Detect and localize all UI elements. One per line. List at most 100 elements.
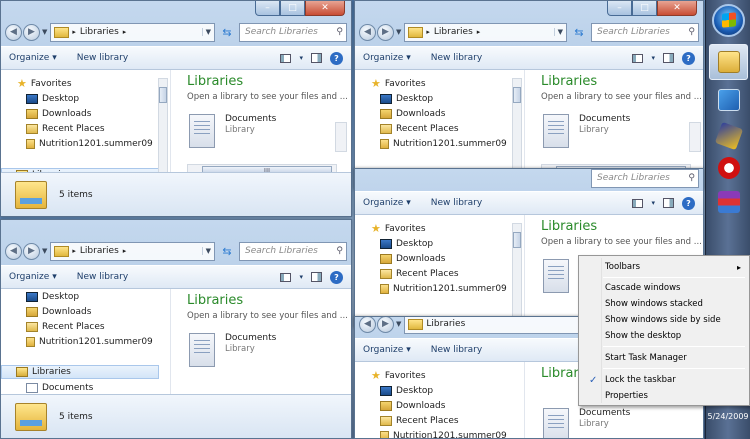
nav-item-downloads[interactable]: Downloads: [380, 251, 445, 266]
organize-button[interactable]: Organize ▾: [363, 345, 411, 355]
help-icon[interactable]: ?: [682, 196, 695, 210]
address-bar[interactable]: ▸ Libraries ▸ ▼: [50, 241, 215, 261]
organize-button[interactable]: Organize ▾: [9, 272, 57, 282]
breadcrumb[interactable]: Libraries: [80, 246, 119, 256]
nav-item-nutrition[interactable]: Nutrition1201.summer09: [26, 334, 153, 349]
address-bar[interactable]: ▸ Libraries ▸ ▼: [404, 22, 567, 42]
minimize-button[interactable]: –: [607, 1, 632, 16]
close-button[interactable]: ✕: [657, 1, 697, 16]
menu-item-properties[interactable]: Properties: [581, 388, 747, 404]
menu-item-start-task-manager[interactable]: Start Task Manager: [581, 350, 747, 366]
nav-item-nutrition[interactable]: Nutrition1201.summer09: [380, 136, 507, 151]
forward-button[interactable]: ▶: [23, 23, 40, 41]
menu-item-show-windows-stacked[interactable]: Show windows stacked: [581, 296, 747, 312]
nav-item-downloads[interactable]: Downloads: [26, 106, 91, 121]
back-button[interactable]: ◀: [359, 23, 376, 41]
address-dropdown-icon[interactable]: ▼: [553, 28, 563, 36]
taskbar-explorer-button[interactable]: [709, 44, 748, 80]
nav-item-desktop[interactable]: Desktop: [380, 383, 433, 398]
library-item-documents[interactable]: Documents Library: [189, 114, 276, 148]
help-icon[interactable]: ?: [330, 51, 343, 65]
breadcrumb[interactable]: Libraries: [434, 27, 473, 37]
menu-item-show-windows-side-by-side[interactable]: Show windows side by side: [581, 312, 747, 328]
nav-favorites[interactable]: ★ Favorites: [371, 76, 426, 91]
nav-favorites[interactable]: ★ Favorites: [371, 221, 426, 236]
content-scrollbar[interactable]: [335, 122, 347, 152]
scroll-thumb[interactable]: [159, 87, 167, 103]
search-icon[interactable]: ⚲: [688, 173, 695, 183]
views-dropdown-icon[interactable]: ▾: [299, 54, 303, 62]
organize-button[interactable]: Organize ▾: [363, 53, 411, 63]
chevron-right-icon[interactable]: ▸: [72, 247, 76, 255]
forward-button[interactable]: ▶: [23, 242, 40, 260]
breadcrumb-chevron-icon[interactable]: ▸: [123, 28, 127, 36]
views-icon[interactable]: [280, 272, 292, 282]
views-dropdown-icon[interactable]: ▾: [299, 273, 303, 281]
start-button[interactable]: [712, 4, 745, 37]
forward-button[interactable]: ▶: [377, 317, 394, 333]
new-library-button[interactable]: New library: [431, 198, 482, 208]
help-icon[interactable]: ?: [682, 51, 695, 65]
back-button[interactable]: ◀: [5, 23, 22, 41]
library-item-documents[interactable]: Documents Library: [543, 408, 630, 438]
taskbar-control-panel-button[interactable]: [709, 82, 748, 118]
breadcrumb-chevron-icon[interactable]: ▸: [477, 28, 481, 36]
recent-pages-dropdown-icon[interactable]: ▼: [42, 247, 47, 255]
search-icon[interactable]: ⚲: [336, 246, 343, 256]
taskbar-clock[interactable]: 5/24/2009: [706, 412, 750, 421]
breadcrumb-chevron-icon[interactable]: ▸: [123, 247, 127, 255]
nav-item-nutrition[interactable]: Nutrition1201.summer09: [380, 428, 507, 438]
nav-item-recent-places[interactable]: Recent Places: [26, 121, 105, 136]
library-item-documents[interactable]: [543, 259, 579, 293]
search-input[interactable]: Search Libraries ⚲: [591, 22, 699, 42]
organize-button[interactable]: Organize ▾: [9, 53, 57, 63]
menu-item-toolbars[interactable]: Toolbars ▸: [581, 259, 747, 275]
new-library-button[interactable]: New library: [431, 345, 482, 355]
chevron-right-icon[interactable]: ▸: [72, 28, 76, 36]
views-icon[interactable]: [280, 53, 292, 63]
back-button[interactable]: ◀: [359, 317, 376, 333]
library-item-documents[interactable]: Documents Library: [543, 114, 630, 148]
preview-pane-icon[interactable]: [663, 198, 674, 208]
breadcrumb[interactable]: Libraries: [426, 319, 465, 329]
taskbar-winrar-button[interactable]: [709, 184, 748, 220]
maximize-button[interactable]: □: [280, 1, 305, 16]
preview-pane-icon[interactable]: [311, 272, 322, 282]
nav-favorites[interactable]: ★ Favorites: [17, 76, 72, 91]
search-icon[interactable]: ⚲: [688, 27, 695, 37]
search-input[interactable]: Search Libraries ⚲: [591, 169, 699, 188]
recent-pages-dropdown-icon[interactable]: ▼: [396, 320, 401, 328]
nav-item-downloads[interactable]: Downloads: [380, 106, 445, 121]
nav-item-desktop[interactable]: Desktop: [26, 289, 79, 304]
maximize-button[interactable]: □: [632, 1, 657, 16]
nav-item-nutrition[interactable]: Nutrition1201.summer09: [26, 136, 153, 151]
scroll-thumb[interactable]: [513, 232, 521, 248]
address-dropdown-icon[interactable]: ▼: [201, 28, 211, 36]
nav-item-desktop[interactable]: Desktop: [380, 236, 433, 251]
nav-item-desktop[interactable]: Desktop: [26, 91, 79, 106]
views-icon[interactable]: [632, 53, 644, 63]
search-input[interactable]: Search Libraries ⚲: [239, 241, 347, 261]
nav-item-downloads[interactable]: Downloads: [26, 304, 91, 319]
preview-pane-icon[interactable]: [663, 53, 674, 63]
forward-button[interactable]: ▶: [377, 23, 394, 41]
nav-item-recent-places[interactable]: Recent Places: [380, 266, 459, 281]
scroll-thumb[interactable]: [513, 87, 521, 103]
views-icon[interactable]: [632, 198, 644, 208]
back-button[interactable]: ◀: [5, 242, 22, 260]
new-library-button[interactable]: New library: [77, 272, 128, 282]
help-icon[interactable]: ?: [330, 270, 343, 284]
minimize-button[interactable]: –: [255, 1, 280, 16]
preview-pane-icon[interactable]: [311, 53, 322, 63]
recent-pages-dropdown-icon[interactable]: ▼: [42, 28, 47, 36]
nav-item-downloads[interactable]: Downloads: [380, 398, 445, 413]
menu-item-show-the-desktop[interactable]: Show the desktop: [581, 328, 747, 344]
taskbar-opera-button[interactable]: [709, 150, 748, 186]
taskbar-app-button[interactable]: [709, 118, 748, 154]
refresh-icon[interactable]: ⇆: [217, 23, 237, 42]
menu-item-lock-the-taskbar[interactable]: ✓ Lock the taskbar: [581, 372, 747, 388]
nav-item-recent-places[interactable]: Recent Places: [380, 413, 459, 428]
menu-item-cascade-windows[interactable]: Cascade windows: [581, 280, 747, 296]
library-item-documents[interactable]: Documents Library: [189, 333, 276, 367]
content-scrollbar[interactable]: [689, 122, 701, 152]
